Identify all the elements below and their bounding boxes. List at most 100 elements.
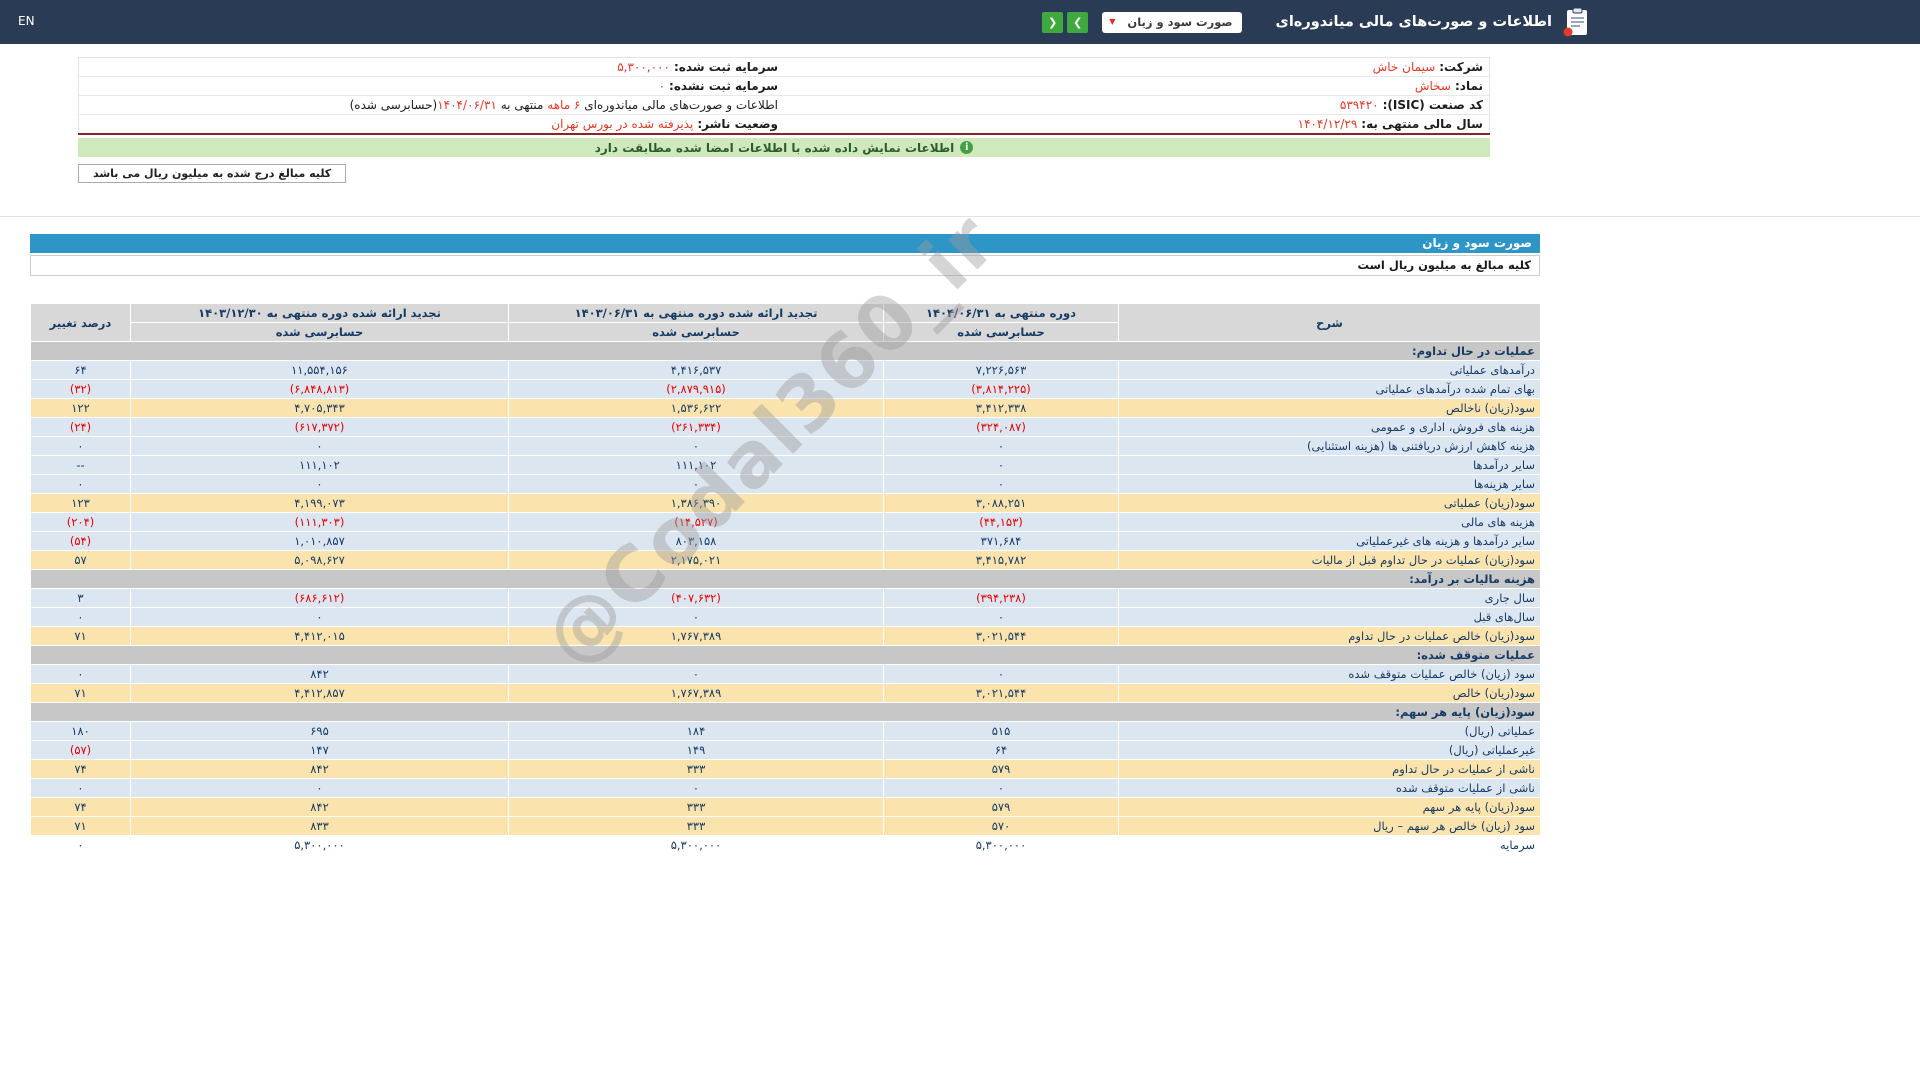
cell-pct: (۲۴) — [31, 418, 131, 437]
registered-capital-value: ۵,۳۰۰,۰۰۰ — [617, 60, 670, 74]
unregistered-capital-cell: سرمایه ثبت نشده:۰ — [79, 77, 785, 96]
next-period-button[interactable]: ❯ — [1067, 12, 1088, 33]
cell-v1: (۳۹۴,۲۳۸) — [884, 589, 1119, 608]
fiscal-year-value: ۱۴۰۴/۱۲/۲۹ — [1298, 117, 1358, 131]
prev-period-button[interactable]: ❮ — [1042, 12, 1063, 33]
cell-v2: (۲۶۱,۳۳۴) — [509, 418, 884, 437]
row-label: سود (زیان) خالص عملیات متوقف شده — [1119, 665, 1541, 684]
cell-v2: ۰ — [509, 437, 884, 456]
cell-v3: (۶۱۷,۳۷۲) — [131, 418, 509, 437]
subheader-audited: حسابرسی شده — [131, 323, 509, 342]
statement-row: غیرعملیاتی (ریال)۶۴۱۴۹۱۴۷(۵۷) — [31, 741, 1541, 760]
cell-v1: ۳,۰۸۸,۲۵۱ — [884, 494, 1119, 513]
company-label: شرکت: — [1439, 60, 1483, 74]
issuer-status-cell: وضعیت ناشر: پذیرفته شده در بورس تهران — [79, 115, 785, 134]
chevron-down-icon: ▼ — [1109, 18, 1115, 26]
cell-v3: ۱۴۷ — [131, 741, 509, 760]
cell-v1: ۷,۲۲۶,۵۶۳ — [884, 361, 1119, 380]
cell-v1: ۰ — [884, 456, 1119, 475]
col-header-restated-mid: تجدید ارائه شده دوره منتهی به ۱۴۰۳/۰۶/۳۱ — [509, 304, 884, 323]
cell-v3: ۴,۱۹۹,۰۷۳ — [131, 494, 509, 513]
cell-v1: ۰ — [884, 779, 1119, 798]
cell-v3: ۱۱۱,۱۰۲ — [131, 456, 509, 475]
col-header-current-period: دوره منتهی به ۱۴۰۴/۰۶/۳۱ — [884, 304, 1119, 323]
period-description-cell: اطلاعات و صورت‌های مالی میاندوره‌ای ۶ ما… — [79, 96, 785, 115]
symbol-cell: نماد:سخاش — [784, 77, 1490, 96]
topbar: اطلاعات و صورت‌های مالی میاندوره‌ای صورت… — [0, 0, 1920, 44]
row-label: سود(زیان) ناخالص — [1119, 399, 1541, 418]
statement-type-dropdown[interactable]: صورت سود و زیان ▼ — [1102, 12, 1241, 33]
cell-v3: ۱,۰۱۰,۸۵۷ — [131, 532, 509, 551]
col-header-restated-annual: تجدید ارائه شده دوره منتهی به ۱۴۰۳/۱۲/۳۰ — [131, 304, 509, 323]
statement-row: سود(زیان) خالص۳,۰۲۱,۵۴۴۱,۷۶۷,۳۸۹۴,۴۱۲,۸۵… — [31, 684, 1541, 703]
cell-v2: ۸۰۳,۱۵۸ — [509, 532, 884, 551]
statement-row: درآمدهای عملیاتی۷,۲۲۶,۵۶۳۴,۴۱۶,۵۳۷۱۱,۵۵۴… — [31, 361, 1541, 380]
col-header-pct-change: درصد تغییر — [31, 304, 131, 342]
company-name-cell: شرکت:سیمان خاش — [784, 58, 1490, 77]
cell-pct: ۶۴ — [31, 361, 131, 380]
cell-v3: ۴,۴۱۲,۸۵۷ — [131, 684, 509, 703]
registered-capital-cell: سرمایه ثبت شده: ۵,۳۰۰,۰۰۰ — [79, 58, 785, 77]
period-length: ۶ ماهه — [547, 98, 580, 112]
statement-title: صورت سود و زیان — [1422, 236, 1532, 250]
cell-v2: ۲,۱۷۵,۰۲۱ — [509, 551, 884, 570]
cell-v1: ۶۴ — [884, 741, 1119, 760]
page-title: اطلاعات و صورت‌های مالی میاندوره‌ای — [1276, 14, 1552, 30]
row-label: هزینه های مالی — [1119, 513, 1541, 532]
cell-pct: ۱۲۲ — [31, 399, 131, 418]
cell-v3: (۶۸۶,۶۱۲) — [131, 589, 509, 608]
subheader-audited: حسابرسی شده — [509, 323, 884, 342]
statement-row: سود(زیان) ناخالص۳,۴۱۲,۳۳۸۱,۵۳۶,۶۲۲۴,۷۰۵,… — [31, 399, 1541, 418]
row-label: هزینه کاهش ارزش دریافتنی ها (هزینه استثن… — [1119, 437, 1541, 456]
cell-v1: ۰ — [884, 608, 1119, 627]
section-label: عملیات متوقف شده: — [31, 646, 1541, 665]
period-nav: ❯ ❮ — [1042, 12, 1088, 33]
isic-label: کد صنعت (ISIC): — [1383, 98, 1483, 112]
cell-v1: ۳۷۱,۶۸۴ — [884, 532, 1119, 551]
section-label: سود(زیان) پایه هر سهم: — [31, 703, 1541, 722]
info-row: نماد:سخاش سرمایه ثبت نشده:۰ — [79, 77, 1490, 96]
cell-v2: (۱۴,۵۲۷) — [509, 513, 884, 532]
cell-v2: (۲,۸۷۹,۹۱۵) — [509, 380, 884, 399]
issuer-status-label: وضعیت ناشر: — [697, 117, 778, 131]
period-end-date: ۱۴۰۴/۰۶/۳۱ — [437, 98, 497, 112]
statement-row: سود (زیان) خالص عملیات متوقف شده۰۰۸۴۲۰ — [31, 665, 1541, 684]
cell-pct: (۵۴) — [31, 532, 131, 551]
subheader-audited: حسابرسی شده — [884, 323, 1119, 342]
statement-row: سود (زیان) خالص هر سهم – ریال۵۷۰۳۳۳۸۳۳۷۱ — [31, 817, 1541, 836]
report-icon — [1562, 7, 1590, 37]
isic-cell: کد صنعت (ISIC):۵۳۹۴۲۰ — [784, 96, 1490, 115]
cell-pct: ۰ — [31, 437, 131, 456]
cell-v2: ۳۳۳ — [509, 760, 884, 779]
row-label: سود(زیان) پایه هر سهم — [1119, 798, 1541, 817]
cell-v2: ۱,۷۶۷,۳۸۹ — [509, 627, 884, 646]
row-label: سایر درآمدها و هزینه های غیرعملیاتی — [1119, 532, 1541, 551]
row-label: سود(زیان) عملیات در حال تداوم قبل از مال… — [1119, 551, 1541, 570]
cell-v2: ۱۴۹ — [509, 741, 884, 760]
statement-row: ناشی از عملیات در حال تداوم۵۷۹۳۳۳۸۴۲۷۴ — [31, 760, 1541, 779]
row-label: ناشی از عملیات در حال تداوم — [1119, 760, 1541, 779]
cell-pct: (۲۰۴) — [31, 513, 131, 532]
row-label: سود(زیان) خالص عملیات در حال تداوم — [1119, 627, 1541, 646]
registered-capital-label: سرمایه ثبت شده: — [674, 60, 778, 74]
cell-v3: ۴,۴۱۲,۰۱۵ — [131, 627, 509, 646]
language-toggle-en[interactable]: EN — [18, 14, 35, 28]
cell-v3: ۵,۳۰۰,۰۰۰ — [131, 836, 509, 855]
cell-v3: ۴,۷۰۵,۳۴۳ — [131, 399, 509, 418]
issuer-status-value: پذیرفته شده در بورس تهران — [551, 117, 693, 131]
info-row: کد صنعت (ISIC):۵۳۹۴۲۰ اطلاعات و صورت‌های… — [79, 96, 1490, 115]
cell-v1: ۵۷۹ — [884, 798, 1119, 817]
row-label: عملیاتی (ریال) — [1119, 722, 1541, 741]
row-label: سال‌های قبل — [1119, 608, 1541, 627]
symbol-label: نماد: — [1455, 79, 1483, 93]
fiscal-year-cell: سال مالی منتهی به:۱۴۰۴/۱۲/۲۹ — [784, 115, 1490, 134]
section-label: هزینه مالیات بر درآمد: — [31, 570, 1541, 589]
cell-pct: ۷۴ — [31, 760, 131, 779]
cell-v3: (۱۱۱,۳۰۳) — [131, 513, 509, 532]
statement-row: سایر درآمدها و هزینه های غیرعملیاتی۳۷۱,۶… — [31, 532, 1541, 551]
unregistered-capital-value: ۰ — [659, 79, 665, 93]
cell-v2: ۴,۴۱۶,۵۳۷ — [509, 361, 884, 380]
cell-v2: ۱,۳۸۶,۳۹۰ — [509, 494, 884, 513]
info-row: سال مالی منتهی به:۱۴۰۴/۱۲/۲۹ وضعیت ناشر:… — [79, 115, 1490, 134]
statement-section-row: هزینه مالیات بر درآمد: — [31, 570, 1541, 589]
